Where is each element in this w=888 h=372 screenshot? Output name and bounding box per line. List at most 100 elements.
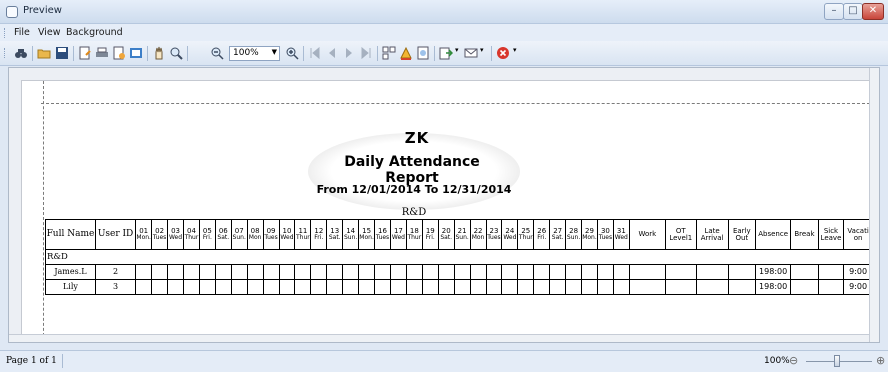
close-preview-icon[interactable] [496, 46, 510, 60]
zoom-combo[interactable]: 100% ▼ [229, 46, 280, 61]
header-day-weekday: Tues [264, 234, 278, 241]
header-day-weekday: Thur [184, 234, 199, 241]
cell-day [581, 279, 598, 295]
open-icon[interactable] [37, 46, 51, 60]
report-title: Daily Attendance Report [344, 154, 480, 186]
page-setup-icon[interactable] [78, 46, 92, 60]
send-email-icon[interactable] [464, 46, 478, 60]
header-sick-leave: Sick Leave [817, 219, 845, 250]
menu-bar: File View Background [0, 24, 888, 41]
close-button[interactable]: ✕ [862, 3, 884, 20]
cell-day [198, 264, 216, 280]
cell-day [214, 264, 232, 280]
cell-day [214, 279, 232, 295]
header-day: 03 Wed [167, 219, 184, 250]
cell-ot-level [664, 264, 697, 280]
chevron-down-icon[interactable]: ▾ [513, 46, 527, 60]
zoom-slider-thumb[interactable] [834, 355, 840, 367]
cell-day [405, 279, 423, 295]
cell-day [421, 264, 439, 280]
toolbar: 100% ▼ ▾ ▾ ▾ [0, 41, 888, 66]
cell-day [310, 279, 328, 295]
header-day-weekday: Tues [152, 234, 167, 241]
header-day: 28 Sun. [565, 219, 583, 250]
cell-day [342, 264, 360, 280]
cell-day [198, 279, 216, 295]
cell-day [437, 264, 455, 280]
cell-day [581, 264, 598, 280]
multiple-pages-icon[interactable] [382, 46, 396, 60]
hand-tool-icon[interactable] [152, 46, 166, 60]
cell-day [549, 279, 567, 295]
export-document-icon[interactable] [439, 46, 453, 60]
status-bar: Page 1 of 1 100% ⊖ ⊕ [0, 350, 888, 372]
find-icon[interactable] [14, 46, 28, 60]
zoom-out-icon[interactable]: ⊖ [789, 354, 798, 367]
cell-day [453, 279, 471, 295]
group-label: R&D [45, 249, 873, 265]
header-day: 23 Tues [485, 219, 503, 250]
cell-name: James.L [45, 264, 96, 280]
header-day-weekday: Thur [296, 234, 310, 241]
watermark-icon[interactable] [416, 46, 430, 60]
first-page-icon[interactable] [308, 46, 322, 60]
header-user-id: User ID [94, 219, 137, 250]
cell-day [453, 264, 471, 280]
status-separator [62, 354, 63, 368]
cell-name: Lily [45, 279, 96, 295]
cell-work [628, 279, 666, 295]
horizontal-scrollbar[interactable] [9, 334, 869, 342]
menu-file[interactable]: File [14, 27, 30, 38]
cell-user-id: 3 [94, 279, 137, 295]
header-absence: Absence [755, 219, 792, 250]
cell-day [596, 279, 614, 295]
cell-absence: 198:00 [755, 279, 792, 295]
print-icon[interactable] [95, 46, 109, 60]
next-page-icon[interactable] [342, 46, 356, 60]
table-row: Lily 3 198:00 9:00 [45, 279, 873, 295]
cell-late-arrival [695, 264, 729, 280]
previous-page-icon[interactable] [325, 46, 339, 60]
header-day: 11 Thur [294, 219, 312, 250]
menu-view[interactable]: View [38, 27, 61, 38]
menu-background[interactable]: Background [66, 27, 123, 38]
maximize-button[interactable]: □ [843, 3, 863, 20]
minimize-button[interactable]: – [824, 3, 844, 20]
zoom-in-icon[interactable]: ⊕ [876, 354, 885, 367]
page-margin-guide [43, 81, 44, 341]
toolbar-separator [187, 46, 188, 61]
save-icon[interactable] [55, 46, 69, 60]
cell-day [565, 279, 583, 295]
magnifier-icon[interactable] [169, 46, 183, 60]
header-day-weekday: Thur [518, 234, 533, 241]
header-day: 26 Fri. [533, 219, 551, 250]
header-day-weekday: Tues [598, 234, 613, 241]
cell-day [294, 279, 312, 295]
window-title: Preview [23, 5, 62, 16]
header-day: 04 Thur [182, 219, 200, 250]
export-icon[interactable] [129, 46, 143, 60]
header-day-weekday: Fri. [425, 234, 435, 241]
header-full-name: Full Name [45, 219, 96, 250]
quick-print-icon[interactable] [112, 46, 126, 60]
cell-work [628, 264, 666, 280]
cell-absence: 198:00 [755, 264, 792, 280]
vertical-scrollbar[interactable] [869, 68, 879, 342]
toolbar-separator [377, 46, 378, 61]
cell-day [246, 264, 264, 280]
date-range: From 12/01/2014 To 12/31/2014 [316, 183, 512, 196]
cell-day [533, 279, 551, 295]
zoom-in-icon[interactable] [285, 46, 299, 60]
header-day-weekday: Tues [375, 234, 390, 241]
header-day: 06 Sat. [214, 219, 232, 250]
header-day-weekday: Tues [487, 234, 501, 241]
cell-break [790, 279, 819, 295]
header-day: 25 Thur [517, 219, 535, 250]
last-page-icon[interactable] [359, 46, 373, 60]
color-icon[interactable] [399, 46, 413, 60]
header-day: 22 Mon [469, 219, 487, 250]
chevron-down-icon[interactable]: ▼ [272, 48, 277, 56]
cell-day [182, 264, 200, 280]
header-day-weekday: Fri. [314, 234, 324, 241]
zoom-out-icon[interactable] [210, 46, 224, 60]
